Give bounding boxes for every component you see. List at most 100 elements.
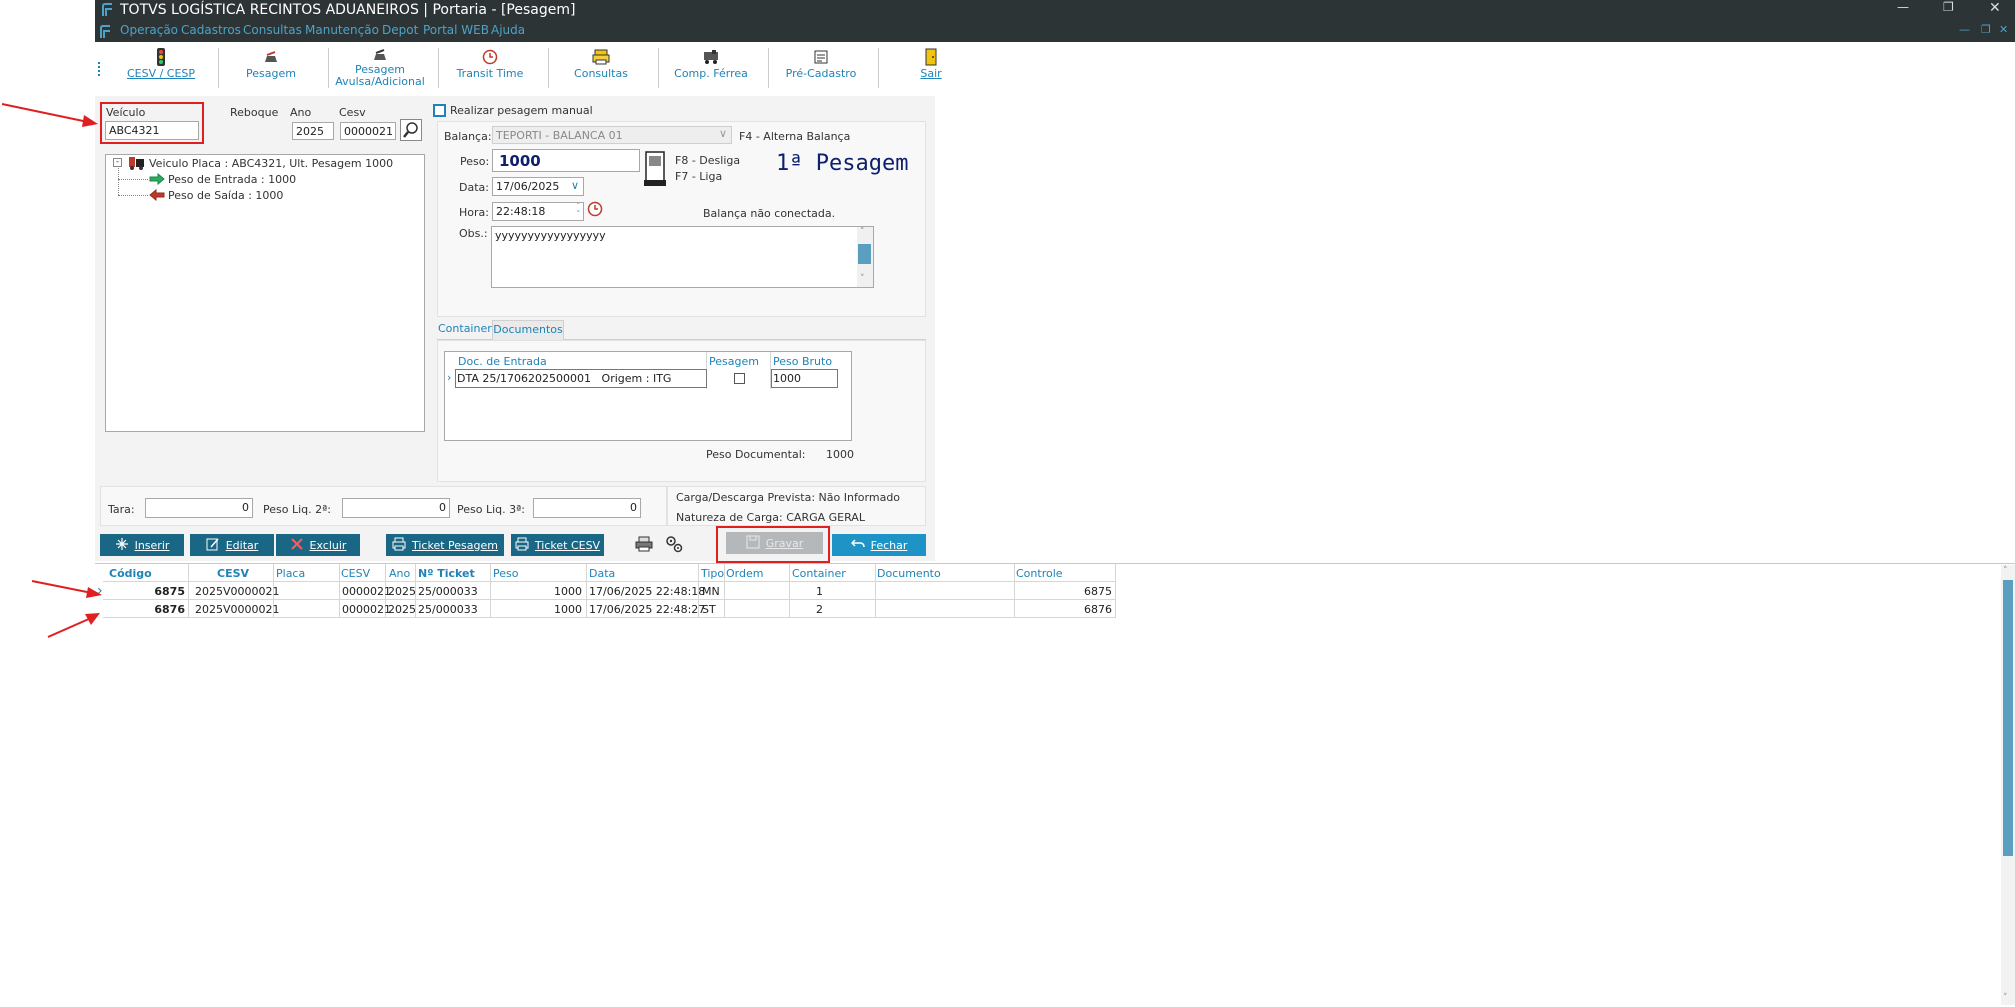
doc-header-entrada[interactable]: Doc. de Entrada <box>458 355 547 368</box>
close-icon[interactable]: ✕ <box>1989 0 2001 16</box>
peso-input[interactable]: 1000 <box>492 149 640 172</box>
ticket-pesagem-button[interactable]: Ticket Pesagem <box>386 534 504 556</box>
grid-header-controle[interactable]: Controle <box>1016 567 1063 580</box>
cell-ano[interactable]: 2025 <box>388 603 416 616</box>
toolbar-comp-ferrea-button[interactable]: Comp. Férrea <box>657 46 765 90</box>
toolbar-consultas-button[interactable]: Consultas <box>547 46 655 90</box>
cell-cesv[interactable]: 2025V0000021 <box>195 603 280 616</box>
grid-header-cesv-num[interactable]: CESV <box>341 567 370 580</box>
veiculo-input[interactable]: ABC4321 <box>105 121 199 140</box>
grid-header-documento[interactable]: Documento <box>877 567 941 580</box>
obs-scroll-thumb[interactable] <box>858 244 871 264</box>
cell-ordem[interactable]: 2 <box>816 603 823 616</box>
cell-ticket[interactable]: 25/000033 <box>418 603 478 616</box>
cell-controle[interactable]: 6875 <box>1084 585 1112 598</box>
excluir-button[interactable]: Excluir <box>276 534 360 556</box>
grid-header-cesv[interactable]: CESV <box>217 567 249 580</box>
tab-documentos[interactable]: Documentos <box>492 320 564 340</box>
cell-data[interactable]: 17/06/2025 22:48:27 <box>589 603 705 616</box>
child-restore-icon[interactable]: ❐ <box>1981 23 1991 36</box>
toolbar-pre-cadastro-button[interactable]: Pré-Cadastro <box>767 46 875 90</box>
grid-header-ordem[interactable]: Ordem <box>726 567 763 580</box>
ticket-cesv-button[interactable]: Ticket CESV <box>511 534 604 556</box>
manual-weighing-checkbox[interactable] <box>433 104 446 117</box>
cell-codigo[interactable]: 6875 <box>154 585 185 598</box>
inserir-button[interactable]: Inserir <box>100 534 184 556</box>
cell-cesv-num[interactable]: 0000021 <box>342 603 391 616</box>
balanca-select[interactable]: TEPORTI - BALANCA 01 ∨ <box>492 126 732 144</box>
tara-input[interactable]: 0 <box>145 498 253 518</box>
grid-header-container[interactable]: Container <box>792 567 846 580</box>
grid-header-placa[interactable]: Placa <box>276 567 305 580</box>
toolbar-transit-time-button[interactable]: Transit Time <box>436 46 544 90</box>
menu-cadastros[interactable]: Cadastros <box>181 23 241 37</box>
fechar-button[interactable]: Fechar <box>832 534 926 556</box>
toolbar-pesagem-avulsa-button[interactable]: Pesagem Avulsa/Adicional <box>326 46 434 90</box>
grid-header-ano[interactable]: Ano <box>389 567 410 580</box>
tree-root-label[interactable]: Veiculo Placa : ABC4321, Ult. Pesagem 10… <box>149 157 393 170</box>
menu-operacao[interactable]: Operação <box>120 23 178 37</box>
print-icon[interactable] <box>635 536 653 552</box>
doc-peso-bruto-cell[interactable]: 1000 <box>771 369 838 388</box>
cell-peso[interactable]: 1000 <box>554 585 582 598</box>
menu-manutencao[interactable]: Manutenção <box>305 23 379 37</box>
grid-header-peso[interactable]: Peso <box>493 567 518 580</box>
peso-liq-3-input[interactable]: 0 <box>533 498 641 518</box>
hora-input[interactable]: 22:48:18 ˄ ˅ <box>492 202 584 221</box>
cell-peso[interactable]: 1000 <box>554 603 582 616</box>
toolbar-pesagem-button[interactable]: Pesagem <box>217 46 325 90</box>
grid-header-data[interactable]: Data <box>589 567 615 580</box>
search-button[interactable] <box>400 119 422 141</box>
scroll-up-icon[interactable]: ˄ <box>2003 566 2008 576</box>
toolbar-cesv-button[interactable]: CESV / CESP <box>107 46 215 90</box>
doc-pesagem-checkbox[interactable] <box>734 373 745 384</box>
scale-terminal-icon[interactable] <box>642 150 668 188</box>
child-minimize-icon[interactable]: — <box>1959 23 1970 36</box>
tree-collapse-icon[interactable]: - <box>113 158 122 167</box>
editar-button[interactable]: Editar <box>190 534 274 556</box>
annotation-arrow <box>1 103 98 127</box>
cesv-input[interactable]: 0000021 <box>340 122 396 140</box>
scroll-down-icon[interactable]: ˅ <box>860 274 865 284</box>
minimize-icon[interactable]: — <box>1897 0 1909 14</box>
cell-codigo[interactable]: 6876 <box>154 603 185 616</box>
grid-header-tipo[interactable]: Tipo <box>701 567 724 580</box>
data-input[interactable]: 17/06/2025 ∨ <box>492 177 584 196</box>
peso-liq-2-input[interactable]: 0 <box>342 498 450 518</box>
cell-tipo[interactable]: MN <box>702 585 720 598</box>
doc-header-peso-bruto[interactable]: Peso Bruto <box>773 355 832 368</box>
spin-icon[interactable]: ˄ ˅ <box>577 203 581 218</box>
menu-portal-web[interactable]: Portal WEB <box>423 23 489 37</box>
cell-ordem[interactable]: 1 <box>816 585 823 598</box>
cell-cesv-num[interactable]: 0000021 <box>342 585 391 598</box>
toolbar-grip[interactable] <box>98 62 102 76</box>
grid-scroll-thumb[interactable] <box>2003 580 2013 856</box>
cell-ticket[interactable]: 25/000033 <box>418 585 478 598</box>
calendar-dropdown-icon[interactable]: ∨ <box>571 179 579 192</box>
scroll-down-icon[interactable]: ˅ <box>2003 993 2008 1003</box>
tree-saida-label[interactable]: Peso de Saída : 1000 <box>168 189 283 202</box>
ano-input[interactable]: 2025 <box>292 122 334 140</box>
clock-icon[interactable] <box>587 201 603 217</box>
gravar-button[interactable]: Gravar <box>726 532 823 554</box>
cell-cesv[interactable]: 2025V0000021 <box>195 585 280 598</box>
settings-icon[interactable] <box>665 535 683 553</box>
grid-header-ticket[interactable]: Nº Ticket <box>418 567 475 580</box>
scroll-up-icon[interactable]: ˄ <box>860 227 865 237</box>
cell-tipo[interactable]: ST <box>702 603 716 616</box>
menu-ajuda[interactable]: Ajuda <box>491 23 525 37</box>
tab-container[interactable]: Container <box>438 322 492 335</box>
obs-textarea[interactable]: yyyyyyyyyyyyyyyyy <box>491 226 874 288</box>
cell-controle[interactable]: 6876 <box>1084 603 1112 616</box>
restore-icon[interactable]: ❐ <box>1943 0 1954 14</box>
menu-consultas[interactable]: Consultas <box>243 23 302 37</box>
doc-entrada-cell[interactable]: DTA 25/1706202500001 Origem : ITG <box>455 369 707 388</box>
child-close-icon[interactable]: ✕ <box>1999 23 2008 36</box>
doc-header-pesagem[interactable]: Pesagem <box>709 355 759 368</box>
menu-depot[interactable]: Depot <box>382 23 418 37</box>
cell-ano[interactable]: 2025 <box>388 585 416 598</box>
tree-entrada-label[interactable]: Peso de Entrada : 1000 <box>168 173 296 186</box>
grid-header-codigo[interactable]: Código <box>109 567 152 580</box>
cell-data[interactable]: 17/06/2025 22:48:18 <box>589 585 705 598</box>
toolbar-sair-button[interactable]: Sair <box>877 46 985 90</box>
